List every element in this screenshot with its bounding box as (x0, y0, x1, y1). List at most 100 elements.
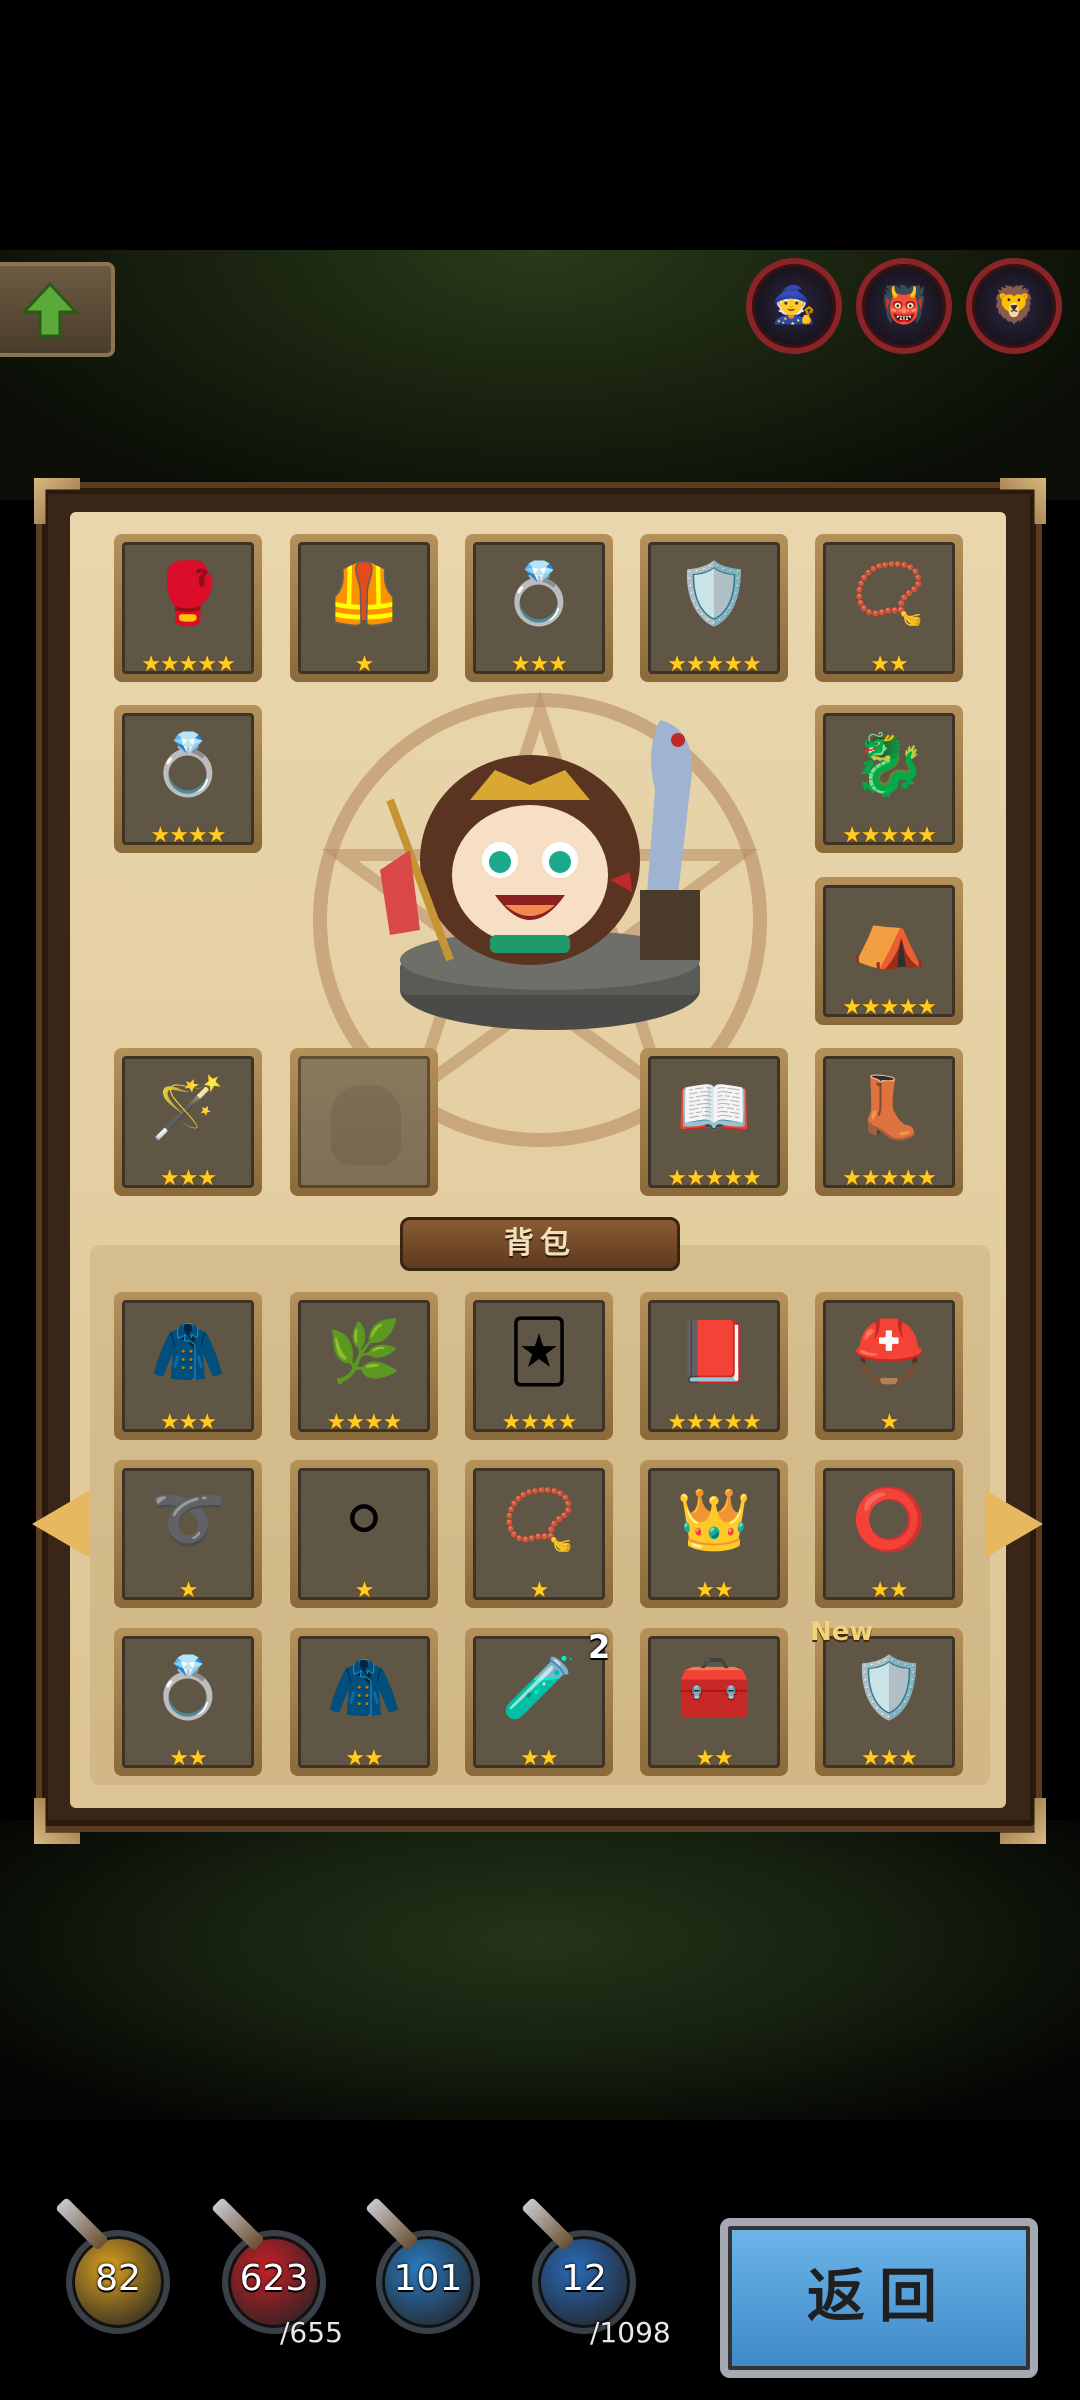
slot-frame: 👢 ★★★★★ (823, 1056, 955, 1191)
boots-icon: 👢 (851, 1073, 927, 1143)
star-rating: ★★★★★ (667, 652, 762, 677)
item-slot[interactable]: 📖 ★★★★★ (640, 1048, 788, 1196)
gold-ring-icon: 💍 (501, 559, 577, 629)
armor-set-icon: 🛡️ (676, 559, 752, 629)
item-slot[interactable]: 📕 ★★★★★ (640, 1292, 788, 1440)
slot-frame: 🧥 ★★ (298, 1636, 430, 1771)
hero-portrait-1-icon[interactable]: 🧙 (746, 258, 842, 354)
potion-icon: 🧪 (501, 1653, 577, 1723)
slot-frame: 💍 ★★★ (473, 542, 605, 677)
star-rating: ★★★★ (501, 1410, 578, 1435)
blue-cloak-icon: 🧥 (150, 1317, 226, 1387)
slot-frame: 📕 ★★★★★ (648, 1300, 780, 1435)
up-button[interactable] (0, 262, 115, 357)
star-rating: ★★★ (159, 1166, 217, 1191)
plate-armor-icon: 🛡️ (851, 1653, 927, 1723)
arrow-up-icon (20, 281, 80, 338)
star-rating: ★★ (695, 1578, 733, 1603)
hero-portrait-3-icon[interactable]: 🦁 (966, 258, 1062, 354)
item-quantity: 2 (588, 1628, 611, 1666)
page-right-arrow[interactable] (985, 1490, 1043, 1558)
star-rating: ★★★★★ (667, 1410, 762, 1435)
item-slot[interactable]: ➰ ★ (114, 1460, 262, 1608)
slot-frame: ⛑️ ★ (823, 1300, 955, 1435)
horned-helmet-icon: ⛑️ (851, 1317, 927, 1387)
item-slot[interactable]: ⛺ ★★★★★ (815, 877, 963, 1025)
resource-value: 82 (95, 2258, 141, 2299)
item-slot[interactable]: 🌿 ★★★★ (290, 1292, 438, 1440)
star-rating: ★★★ (159, 1410, 217, 1435)
page-left-arrow[interactable] (32, 1490, 90, 1558)
star-rating: ★★★★ (326, 1410, 403, 1435)
item-slot[interactable]: 👑 ★★ (640, 1460, 788, 1608)
silver-ring-icon: 💍 (150, 1653, 226, 1723)
item-slot[interactable]: 🦺 ★ (290, 534, 438, 682)
slot-frame: 👑 ★★ (648, 1468, 780, 1603)
bag-title: 背包 (400, 1217, 680, 1271)
star-rating: ★★ (345, 1746, 383, 1771)
star-rating: ★★★★★ (842, 823, 937, 848)
item-slot[interactable]: 🧥 ★★ (290, 1628, 438, 1776)
slot-frame: 🛡️ ★★★★★ (648, 542, 780, 677)
slot-frame: 🦺 ★ (298, 542, 430, 677)
amulet-icon: 📿 (851, 559, 927, 629)
slot-frame: ⭕ ★★ (823, 1468, 955, 1603)
item-slot[interactable]: 💍 ★★★ (465, 534, 613, 682)
slot-frame: 🐉 ★★★★★ (823, 713, 955, 848)
star-rating: ★ (354, 652, 375, 677)
silver-belt-icon: ⚪ (338, 1485, 390, 1555)
item-slot[interactable]: 💍 ★★ (114, 1628, 262, 1776)
resource-gold: 82 (55, 2197, 170, 2370)
item-slot[interactable]: ⚪ ★ (290, 1460, 438, 1608)
rune-ring-icon: ⭕ (851, 1485, 927, 1555)
resource-health: 623/655 (211, 2197, 343, 2370)
hero-character (380, 720, 700, 1030)
book-icon: 📕 (676, 1317, 752, 1387)
belt-icon: ➰ (150, 1485, 226, 1555)
purple-cloak-icon: ⛺ (851, 902, 927, 972)
back-button[interactable]: 返回 (720, 2218, 1038, 2378)
slot-frame: ➰ ★ (122, 1468, 254, 1603)
item-slot[interactable]: 🥊 ★★★★★ (114, 534, 262, 682)
slot-frame: ⛺ ★★★★★ (823, 885, 955, 1020)
item-slot[interactable]: 🧥 ★★★ (114, 1292, 262, 1440)
star-rating: ★★ (520, 1746, 558, 1771)
item-slot[interactable]: 💍 ★★★★ (114, 705, 262, 853)
item-slot[interactable]: ⛑️ ★ (815, 1292, 963, 1440)
item-slot[interactable]: 🛡️ ★★★★★ (640, 534, 788, 682)
slot-frame: 📿 ★ (473, 1468, 605, 1603)
star-rating: ★★★★★ (842, 1166, 937, 1191)
hero-portrait-2-icon[interactable]: 👹 (856, 258, 952, 354)
treasure-chest-icon: 🧰 (676, 1653, 752, 1723)
star-rating: ★★★★★ (667, 1166, 762, 1191)
item-slot[interactable]: 🪄 ★★★ (114, 1048, 262, 1196)
resource-max: /655 (280, 2316, 343, 2349)
slot-frame: 🪄 ★★★ (122, 1056, 254, 1191)
jeweled-ring-icon: 💍 (150, 730, 226, 800)
item-slot[interactable]: 📿 ★★ (815, 534, 963, 682)
green-cloak-icon: 🧥 (326, 1653, 402, 1723)
item-slot[interactable]: 👢 ★★★★★ (815, 1048, 963, 1196)
item-slot[interactable]: 🧰 ★★ (640, 1628, 788, 1776)
item-slot[interactable]: 🃏 ★★★★ (465, 1292, 613, 1440)
star-rating: ★ (354, 1578, 375, 1603)
empty-slot[interactable] (290, 1048, 438, 1196)
item-slot[interactable]: 🛡️ ★★★ (815, 1628, 963, 1776)
item-slot[interactable]: ⭕ ★★ (815, 1460, 963, 1608)
slot-frame: 📿 ★★ (823, 542, 955, 677)
slot-frame: 🧥 ★★★ (122, 1300, 254, 1435)
dragon-ring-icon: 🐉 (851, 730, 927, 800)
resource-exp: 12/1098 (521, 2197, 671, 2370)
chest-armor-icon: 🦺 (326, 559, 402, 629)
spellbook-icon: 📖 (676, 1073, 752, 1143)
item-slot[interactable]: 📿 ★ (465, 1460, 613, 1608)
star-rating: ★★★★ (150, 823, 227, 848)
slot-frame (298, 1056, 430, 1188)
resource-value: 101 (393, 2258, 463, 2299)
item-slot[interactable]: 🐉 ★★★★★ (815, 705, 963, 853)
card-icon: 🃏 (508, 1317, 570, 1387)
star-rating: ★★★★★ (842, 995, 937, 1020)
forest-background-bottom (0, 1820, 1080, 2120)
star-rating: ★★★ (510, 652, 568, 677)
slot-frame: 🧪 ★★ (473, 1636, 605, 1771)
